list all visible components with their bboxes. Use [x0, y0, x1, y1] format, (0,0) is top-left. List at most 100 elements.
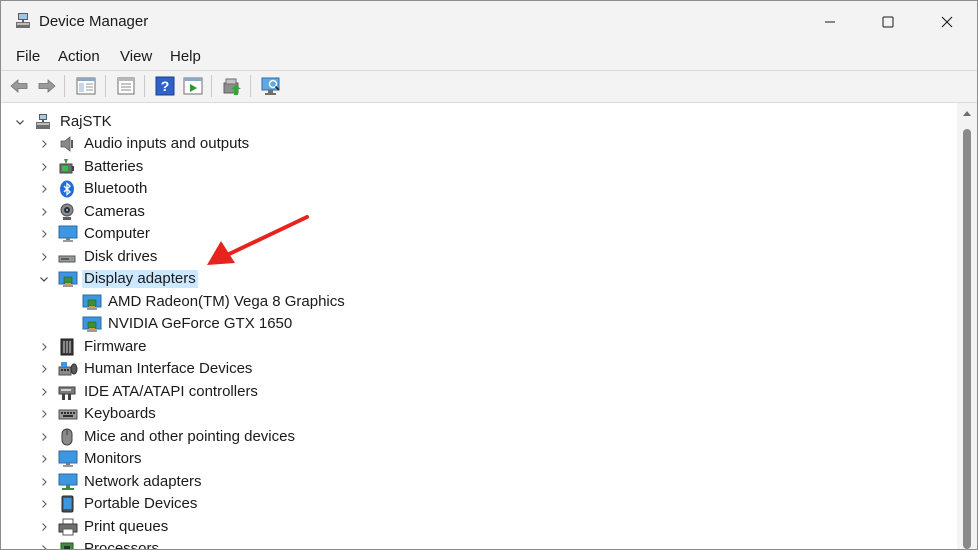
help-icon[interactable]: ?: [154, 75, 176, 97]
update-driver-icon[interactable]: [221, 75, 243, 97]
speaker-icon: [58, 135, 76, 153]
tree-item-label: Human Interface Devices: [84, 360, 253, 377]
vertical-scrollbar[interactable]: [957, 103, 977, 549]
tree-item-label: Display adapters: [82, 270, 198, 288]
menu-action[interactable]: Action: [58, 48, 100, 65]
menu-view[interactable]: View: [120, 48, 152, 65]
chevron-right-icon[interactable]: [37, 407, 51, 421]
device-manager-icon: [14, 12, 32, 30]
camera-icon: [58, 203, 76, 221]
chevron-down-icon[interactable]: [37, 272, 51, 286]
tree-item-cameras[interactable]: Cameras: [1, 201, 941, 223]
chevron-right-icon[interactable]: [37, 250, 51, 264]
portable-device-icon: [58, 495, 76, 513]
network-adapter-icon: [58, 473, 78, 491]
firmware-icon: [58, 338, 76, 356]
tree-item-audio[interactable]: Audio inputs and outputs: [1, 133, 941, 155]
tree-item-label: Mice and other pointing devices: [84, 428, 295, 445]
display-adapter-icon: [82, 315, 102, 333]
monitor-icon: [58, 450, 78, 468]
toolbar-separator: [250, 75, 251, 97]
chevron-right-icon[interactable]: [37, 542, 51, 549]
window-title: Device Manager: [39, 13, 149, 30]
tree-item-computer[interactable]: Computer: [1, 223, 941, 245]
toolbar-separator: [64, 75, 65, 97]
maximize-icon: [882, 16, 894, 28]
disk-drive-icon: [58, 248, 76, 266]
chevron-right-icon[interactable]: [37, 137, 51, 151]
properties-pane-icon[interactable]: [75, 75, 97, 97]
chevron-right-icon[interactable]: [37, 385, 51, 399]
run-icon[interactable]: [182, 75, 204, 97]
device-manager-window: Device Manager File Action View Help ? R…: [0, 0, 978, 550]
title-bar[interactable]: Device Manager: [1, 1, 977, 43]
tree-item-keyboards[interactable]: Keyboards: [1, 403, 941, 425]
close-button[interactable]: [918, 1, 976, 43]
chevron-right-icon[interactable]: [37, 205, 51, 219]
processor-icon: [58, 540, 76, 549]
tree-item-label: Cameras: [84, 203, 145, 220]
tree-item-disk-drives[interactable]: Disk drives: [1, 246, 941, 268]
tree-item-processors[interactable]: Processors: [1, 538, 941, 549]
minimize-button[interactable]: [801, 1, 859, 43]
battery-icon: [58, 158, 76, 176]
tree-item-display-adapters[interactable]: Display adapters: [1, 268, 941, 290]
annotation-arrow: [207, 215, 309, 265]
device-tree[interactable]: RajSTK Audio inputs and outputs Batterie…: [1, 103, 957, 549]
toolbar-separator: [211, 75, 212, 97]
chevron-right-icon[interactable]: [37, 520, 51, 534]
toolbar-separator: [144, 75, 145, 97]
toolbar-separator: [105, 75, 106, 97]
tree-item-label: Print queues: [84, 518, 169, 535]
tree-root-label: RajSTK: [60, 113, 112, 130]
scrollbar-thumb[interactable]: [963, 129, 971, 549]
tree-device-amd[interactable]: AMD Radeon(TM) Vega 8 Graphics: [1, 291, 941, 313]
tree-item-bluetooth[interactable]: Bluetooth: [1, 178, 941, 200]
svg-text:?: ?: [161, 78, 170, 94]
chevron-right-icon[interactable]: [37, 475, 51, 489]
tree-device-nvidia[interactable]: NVIDIA GeForce GTX 1650: [1, 313, 941, 335]
menu-help[interactable]: Help: [170, 48, 201, 65]
scan-hardware-icon[interactable]: [260, 75, 282, 97]
tree-item-hid[interactable]: Human Interface Devices: [1, 358, 941, 380]
tree-item-print-queues[interactable]: Print queues: [1, 516, 941, 538]
tree-item-label: IDE ATA/ATAPI controllers: [84, 383, 258, 400]
tree-item-label: Portable Devices: [84, 495, 198, 512]
keyboard-icon: [58, 405, 78, 423]
tree-item-mice[interactable]: Mice and other pointing devices: [1, 426, 941, 448]
chevron-right-icon[interactable]: [37, 182, 51, 196]
list-view-icon[interactable]: [115, 75, 137, 97]
tree-item-label: Firmware: [84, 338, 147, 355]
display-adapter-icon: [58, 270, 78, 288]
chevron-right-icon[interactable]: [37, 430, 51, 444]
tree-root[interactable]: RajSTK: [1, 111, 941, 133]
monitor-icon: [58, 225, 78, 243]
scroll-up-icon[interactable]: [962, 109, 972, 117]
chevron-down-icon[interactable]: [13, 115, 27, 129]
tree-device-label: AMD Radeon(TM) Vega 8 Graphics: [108, 293, 345, 310]
tree-item-label: Processors: [84, 540, 160, 549]
forward-arrow-icon[interactable]: [36, 75, 58, 97]
tree-item-portable[interactable]: Portable Devices: [1, 493, 941, 515]
tree-item-label: Computer: [84, 225, 150, 242]
mouse-icon: [58, 428, 76, 446]
chevron-right-icon[interactable]: [37, 362, 51, 376]
tree-item-ide[interactable]: IDE ATA/ATAPI controllers: [1, 381, 941, 403]
menu-bar: File Action View Help: [1, 43, 977, 70]
tree-item-monitors[interactable]: Monitors: [1, 448, 941, 470]
tree-item-label: Keyboards: [84, 405, 156, 422]
chevron-right-icon[interactable]: [37, 452, 51, 466]
tree-item-firmware[interactable]: Firmware: [1, 336, 941, 358]
back-arrow-icon[interactable]: [8, 75, 30, 97]
chevron-right-icon[interactable]: [37, 340, 51, 354]
chevron-right-icon[interactable]: [37, 227, 51, 241]
chevron-right-icon[interactable]: [37, 497, 51, 511]
menu-file[interactable]: File: [16, 48, 40, 65]
tree-item-label: Monitors: [84, 450, 142, 467]
maximize-button[interactable]: [859, 1, 917, 43]
chevron-right-icon[interactable]: [37, 160, 51, 174]
tree-item-batteries[interactable]: Batteries: [1, 156, 941, 178]
tree-item-network[interactable]: Network adapters: [1, 471, 941, 493]
printer-icon: [58, 518, 78, 536]
bluetooth-icon: [58, 180, 76, 198]
